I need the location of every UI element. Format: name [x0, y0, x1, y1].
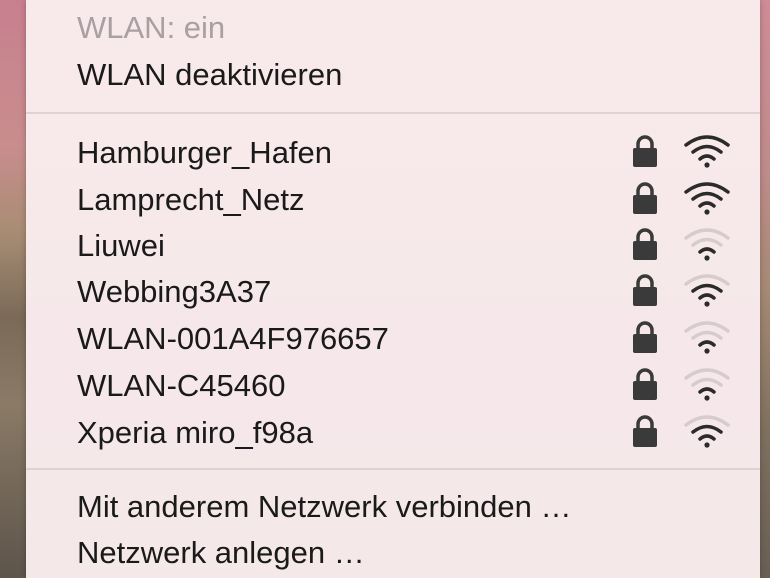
lock-icon [633, 228, 657, 260]
wifi-menu: WLAN: ein WLAN deaktivieren Hamburger_Ha… [26, 0, 760, 578]
wifi-signal-icon [684, 274, 730, 307]
wifi-signal-icon [684, 135, 730, 168]
lock-icon [633, 321, 657, 353]
network-name: Lamprecht_Netz [77, 182, 305, 217]
wlan-disable-item[interactable]: WLAN deaktivieren [77, 55, 342, 95]
menu-separator [26, 112, 760, 114]
network-name: WLAN-C45460 [77, 368, 286, 403]
wifi-signal-icon [684, 415, 730, 448]
menu-separator [26, 468, 760, 470]
wifi-signal-icon [684, 321, 730, 354]
lock-icon [633, 182, 657, 214]
wifi-signal-icon [684, 228, 730, 261]
network-name: Liuwei [77, 228, 165, 263]
desktop-background-right [760, 0, 770, 578]
lock-icon [633, 415, 657, 447]
wifi-signal-icon [684, 182, 730, 215]
lock-icon [633, 274, 657, 306]
create-network-item[interactable]: Netzwerk anlegen … [77, 533, 365, 573]
wifi-signal-icon [684, 368, 730, 401]
join-other-network-item[interactable]: Mit anderem Netzwerk verbinden … [77, 487, 571, 527]
network-name: Hamburger_Hafen [77, 135, 333, 170]
network-name: WLAN-001A4F976657 [77, 321, 389, 356]
wlan-status-label: WLAN: ein [77, 10, 226, 45]
desktop-background-left [0, 0, 26, 578]
network-name: Webbing3A37 [77, 274, 272, 309]
lock-icon [633, 368, 657, 400]
lock-icon [633, 135, 657, 167]
network-name: Xperia miro_f98a [77, 415, 314, 450]
